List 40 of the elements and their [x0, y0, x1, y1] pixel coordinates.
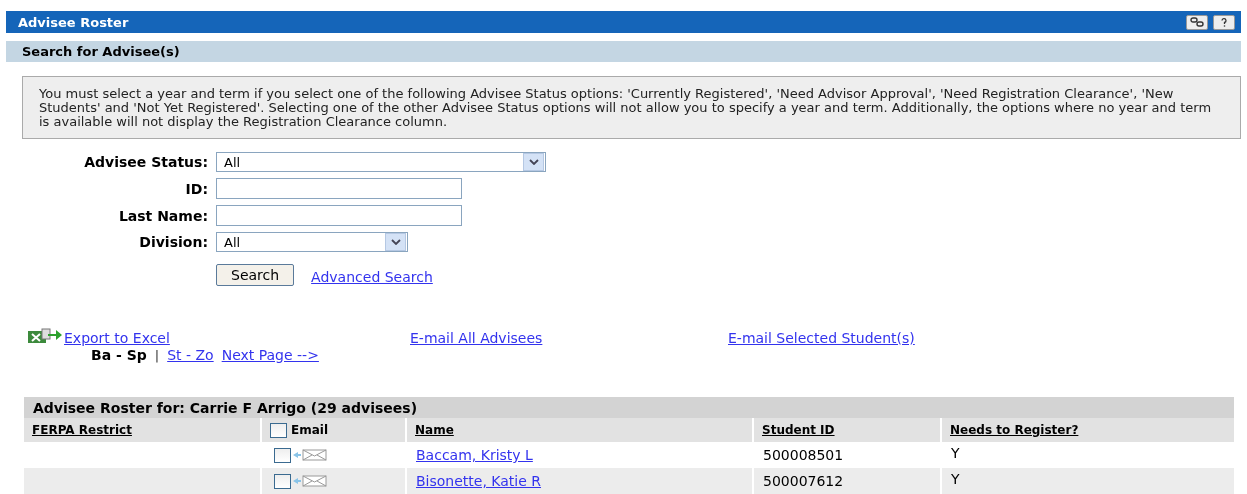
input-field[interactable] [216, 178, 462, 199]
notice-text: You must select a year and term if you select one of the following Advisee Status options: 'Currently Registered', 'Need Advisor Approval', 'Need Registration Clearance', 'New Students' and 'Not Yet Registered'. Selecting one of the other Advisee Status options will not allow you to specify a year and term. Additionally, the options where no year and term is available will not display the Registration Clearance column. [39, 86, 1212, 129]
next-page-link[interactable]: Next Page --> [221, 347, 319, 363]
column-header[interactable]: Needs to Register? [940, 418, 1234, 442]
roster-title: Advisee Roster for: Carrie F Arrigo (29 advisees) [33, 399, 418, 416]
envelope-icon[interactable] [293, 475, 327, 487]
table-cell: 500007612 [752, 468, 940, 494]
column-header[interactable]: Name [405, 418, 752, 442]
dropdown-field[interactable]: All [216, 152, 546, 172]
column-header[interactable]: FERPA Restrict [24, 418, 260, 442]
advanced-search-link[interactable]: Advanced Search [311, 269, 433, 285]
caret-icon [385, 233, 406, 251]
export-link[interactable]: Export to Excel [64, 330, 170, 346]
help-icon[interactable] [1213, 14, 1235, 30]
page-range-link[interactable]: St - Zo [167, 347, 214, 363]
row-checkbox[interactable] [274, 473, 291, 489]
email-all-link[interactable]: E-mail All Advisees [410, 330, 728, 346]
table-cell: Y [940, 468, 1234, 494]
link-icon[interactable] [1186, 14, 1208, 30]
window-title: Advisee Roster [18, 14, 129, 30]
column-header: Email [291, 423, 329, 437]
input-field[interactable] [216, 205, 462, 226]
search-button[interactable]: Search [216, 264, 295, 286]
field-label: Last Name: [117, 207, 208, 224]
separator: | [154, 347, 160, 363]
envelope-icon[interactable] [293, 449, 327, 461]
field-label: Advisee Status: [83, 154, 208, 170]
student-name-link[interactable]: Bisonette, Katie R [416, 473, 541, 489]
caret-icon [523, 153, 544, 171]
email-selected-link[interactable]: E-mail Selected Student(s) [728, 330, 915, 346]
field-label: ID: [184, 180, 208, 197]
select-all-checkbox[interactable] [270, 422, 287, 438]
row-checkbox[interactable] [274, 447, 291, 463]
student-name-link[interactable]: Baccam, Kristy L [416, 447, 533, 463]
section-title: Search for Advisee(s) [22, 44, 180, 59]
page-range: Ba - Sp [91, 347, 147, 363]
excel-export-icon[interactable] [26, 326, 62, 346]
column-header[interactable]: Student ID [752, 418, 940, 442]
field-label: Division: [138, 234, 208, 250]
dropdown-field[interactable]: All [216, 232, 408, 252]
